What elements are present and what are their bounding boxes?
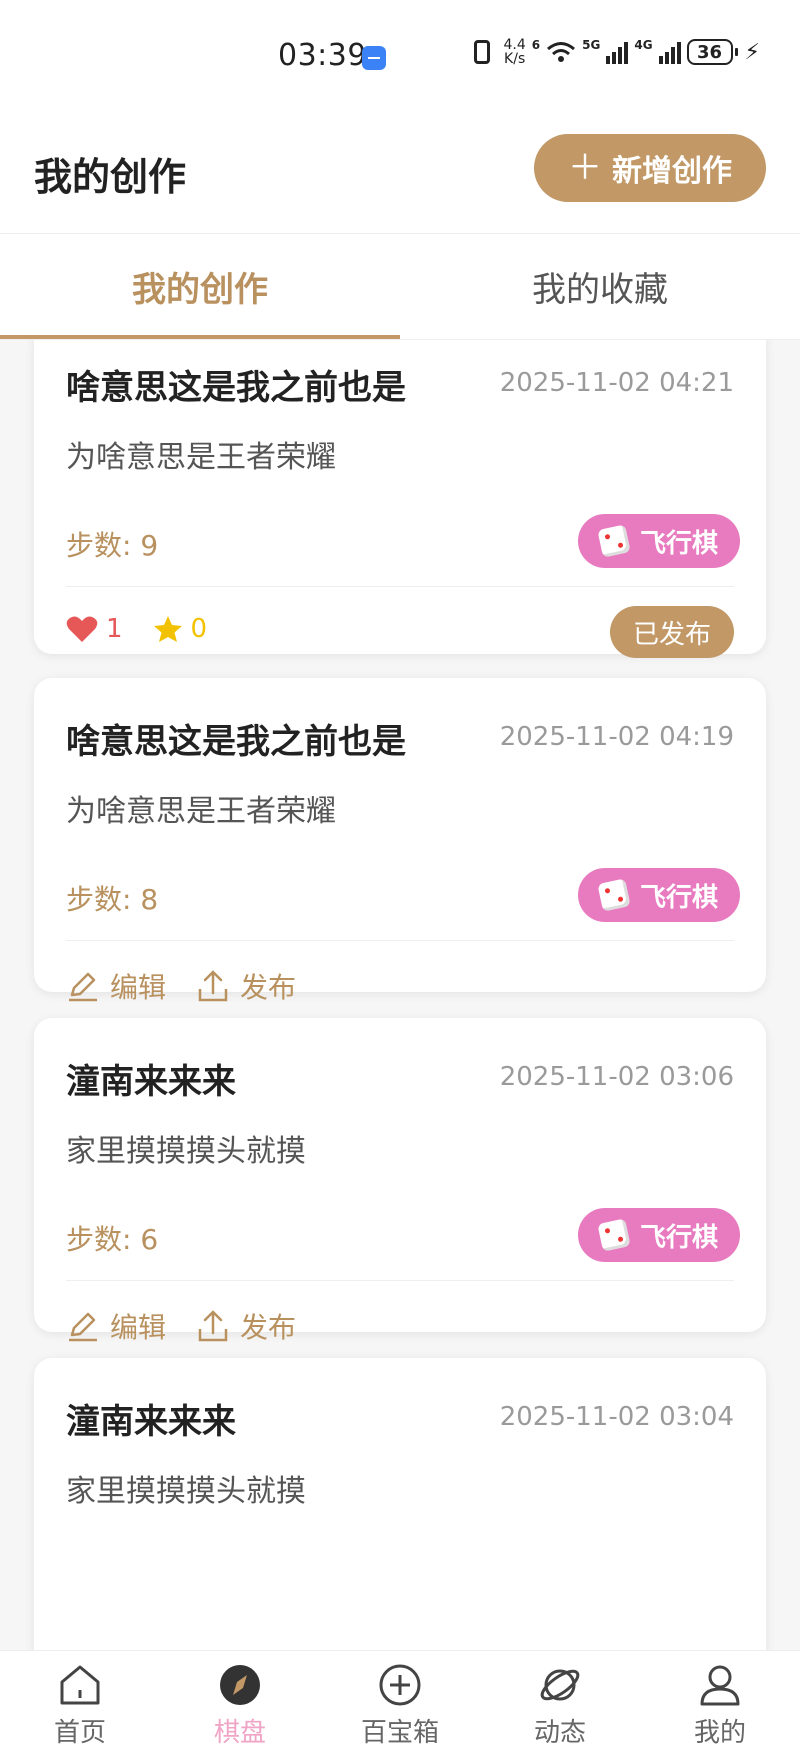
new-creation-label: 新增创作 <box>612 154 732 189</box>
user-icon <box>700 1665 740 1706</box>
bottom-nav: 首页 棋盘 百宝箱 动态 我的 <box>0 1650 800 1760</box>
game-tag: 飞行棋 <box>578 1208 740 1262</box>
publish-button[interactable]: 发布 <box>196 966 296 1006</box>
star-icon <box>153 616 182 642</box>
home-icon <box>60 1665 100 1705</box>
dice-icon <box>597 524 631 558</box>
card-description: 家里摸摸摸头就摸 <box>66 1134 306 1169</box>
card-title: 啥意思这是我之前也是 <box>66 368 406 408</box>
dice-icon <box>597 1218 631 1252</box>
card-date: 2025-11-02 03:04 <box>499 1402 734 1432</box>
tab-my-creations[interactable]: 我的创作 <box>0 234 400 339</box>
card-actions: 编辑 发布 <box>66 1306 296 1346</box>
wifi-icon <box>547 42 576 62</box>
divider <box>66 1280 734 1281</box>
publish-button[interactable]: 发布 <box>196 1306 296 1346</box>
nav-home[interactable]: 首页 <box>0 1651 160 1760</box>
status-bar: 03:39 4.4 K/s 6 5G 4G 36 ⚡ <box>0 0 800 110</box>
game-tag: 飞行棋 <box>578 868 740 922</box>
creation-list[interactable]: 啥意思这是我之前也是 2025-11-02 04:21 为啥意思是王者荣耀 步数… <box>0 340 800 1650</box>
creation-card[interactable]: 啥意思这是我之前也是 2025-11-02 04:19 为啥意思是王者荣耀 步数… <box>34 678 766 1004</box>
like-stat[interactable]: 1 <box>66 614 123 644</box>
nav-board[interactable]: 棋盘 <box>160 1651 320 1760</box>
signal-4g-label: 4G <box>634 38 653 52</box>
card-title: 潼南来来来 <box>66 1062 236 1102</box>
status-badge: 已发布 <box>610 606 734 658</box>
heart-icon <box>66 616 98 642</box>
nav-treasure-box[interactable]: 百宝箱 <box>320 1651 480 1760</box>
signal-icon <box>658 40 681 64</box>
pencil-icon <box>69 972 97 1002</box>
like-count: 1 <box>106 614 123 644</box>
nav-feed[interactable]: 动态 <box>480 1651 640 1760</box>
card-description: 家里摸摸摸头就摸 <box>66 1474 306 1509</box>
upload-icon <box>198 970 228 1002</box>
game-tag: 飞行棋 <box>578 514 740 568</box>
creation-card[interactable]: 潼南来来来 2025-11-02 03:04 家里摸摸摸头就摸 <box>34 1358 766 1650</box>
card-steps: 步数: 6 <box>66 1223 159 1256</box>
creation-card[interactable]: 潼南来来来 2025-11-02 03:06 家里摸摸摸头就摸 步数: 6 飞行… <box>34 1018 766 1344</box>
card-steps: 步数: 9 <box>66 529 159 562</box>
divider <box>66 940 734 941</box>
status-icons: 4.4 K/s 6 5G 4G 36 ⚡ <box>466 38 760 66</box>
card-description: 为啥意思是王者荣耀 <box>66 794 336 829</box>
signal-5g-label: 5G <box>582 38 601 52</box>
dice-icon <box>597 878 631 912</box>
card-date: 2025-11-02 04:19 <box>499 722 734 752</box>
card-title: 啥意思这是我之前也是 <box>66 722 406 762</box>
net-speed: 4.4 K/s <box>503 37 526 67</box>
card-actions: 编辑 发布 <box>66 966 296 1006</box>
favorite-stat[interactable]: 0 <box>153 614 208 644</box>
vibrate-icon <box>473 40 490 64</box>
favorite-count: 0 <box>190 614 208 644</box>
charging-icon: ⚡ <box>744 39 760 65</box>
card-date: 2025-11-02 03:06 <box>499 1062 734 1092</box>
battery-icon: 36 <box>686 39 738 65</box>
card-steps: 步数: 8 <box>66 883 159 916</box>
page-header: 我的创作 ＋ 新增创作 <box>0 110 800 234</box>
compass-icon <box>220 1665 260 1705</box>
nav-profile[interactable]: 我的 <box>640 1651 800 1760</box>
upload-icon <box>198 1310 228 1342</box>
wifi-label: 6 <box>531 38 541 52</box>
edit-button[interactable]: 编辑 <box>66 1306 166 1346</box>
creation-card[interactable]: 啥意思这是我之前也是 2025-11-02 04:21 为啥意思是王者荣耀 步数… <box>34 340 766 658</box>
page-title: 我的创作 <box>34 155 187 199</box>
edit-button[interactable]: 编辑 <box>66 966 166 1006</box>
pencil-icon <box>69 1312 97 1342</box>
plus-icon: ＋ <box>568 148 602 188</box>
plus-circle-icon <box>379 1664 421 1706</box>
card-title: 潼南来来来 <box>66 1402 236 1442</box>
usb-icon <box>362 46 386 70</box>
signal-icon <box>606 40 629 64</box>
planet-icon <box>540 1669 580 1701</box>
tab-my-favorites[interactable]: 我的收藏 <box>400 234 800 339</box>
card-date: 2025-11-02 04:21 <box>499 368 734 398</box>
new-creation-button[interactable]: ＋ 新增创作 <box>534 134 766 202</box>
card-description: 为啥意思是王者荣耀 <box>66 440 336 475</box>
card-stats: 1 0 <box>66 614 207 644</box>
status-time: 03:39 <box>278 38 367 73</box>
tab-bar: 我的创作 我的收藏 <box>0 234 800 340</box>
divider <box>66 586 734 587</box>
